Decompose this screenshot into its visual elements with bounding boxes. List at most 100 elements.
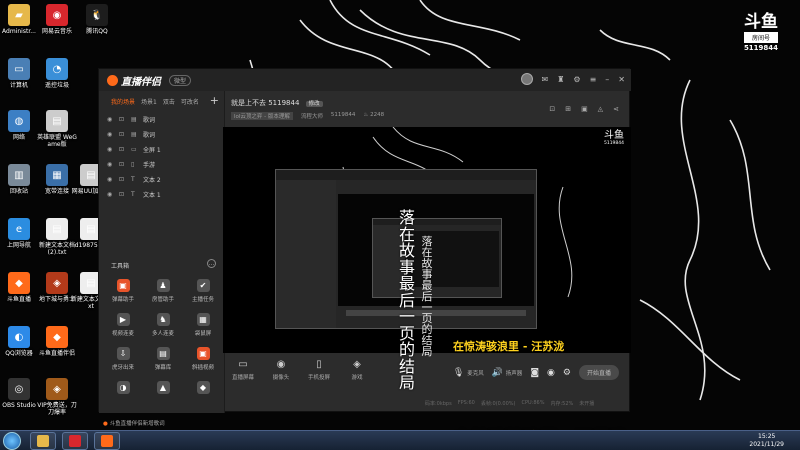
heat-value: 2248 <box>370 112 385 118</box>
toolbox-item[interactable]: ▣ 斜插视频 <box>183 347 223 375</box>
bottom-tip[interactable]: ● 斗鱼直播伴侣新增歌词 <box>103 419 165 427</box>
toolbox-item[interactable]: ▶ 视频连麦 <box>103 313 143 341</box>
eye-icon[interactable]: ◉ <box>107 131 116 138</box>
toolbox-item[interactable]: ▦ 袋鼠屏 <box>183 313 223 341</box>
toolbox-item[interactable]: ▣ 弹幕助手 <box>103 279 143 307</box>
toolbox-item[interactable]: ✔ 主播任务 <box>183 279 223 307</box>
desktop-icon[interactable]: ▭ 计算机 <box>0 58 40 89</box>
tool-icon: ▣ <box>116 279 130 292</box>
desktop-icon-label: 回收站 <box>9 188 28 195</box>
clock[interactable]: 15:25 2021/11/29 <box>749 433 784 449</box>
mic-control[interactable]: 🎙 麦克风 <box>453 368 484 378</box>
toolbar-button[interactable]: ◉ 摄像头 <box>263 359 299 381</box>
source-item[interactable]: ◉ ⊡ ▤ 歌词 <box>99 127 224 142</box>
source-item[interactable]: ◉ ⊡ T 文本 1 <box>99 187 224 202</box>
toolbox-item[interactable]: ♞ 多人连麦 <box>143 313 183 341</box>
desktop-icon[interactable]: ▤ 英雄联盟 WeGame版 <box>36 110 78 148</box>
desktop-icon-label: VIP免费送，刀刀爆率 <box>37 402 77 416</box>
desktop-app-icon: ◍ <box>8 110 30 132</box>
start-live-button[interactable]: 开始直播 <box>578 365 619 380</box>
eye-icon[interactable]: ◉ <box>107 146 116 153</box>
desktop-icon[interactable]: ◉ 网易云音乐 <box>36 4 78 35</box>
source-label: 歌词 <box>143 117 156 124</box>
eye-icon[interactable]: ◉ <box>107 116 116 123</box>
toolbox-item[interactable]: ♟ 房管助手 <box>143 279 183 307</box>
scene-tab[interactable]: 可改名 <box>181 97 199 106</box>
desktop-app-icon: ▭ <box>8 58 30 80</box>
taskbar-netease-music[interactable] <box>62 432 88 450</box>
toolbar-label: 游戏 <box>351 375 363 381</box>
scene-tab[interactable]: 双击 <box>163 97 175 106</box>
source-item[interactable]: ◉ ⊡ T 文本 2 <box>99 172 224 187</box>
minimize-icon[interactable]: – <box>605 75 609 84</box>
desktop-icon[interactable]: ◔ 遥控垃圾 <box>36 58 78 89</box>
lock-icon[interactable]: ⊡ <box>119 191 128 198</box>
toolbox-collapse-icon[interactable]: … <box>207 259 216 268</box>
speaker-label: 扬声器 <box>505 370 523 377</box>
toolbar-button[interactable]: ◈ 游戏 <box>339 359 375 381</box>
grid-icon[interactable]: ⊞ <box>565 105 571 113</box>
share-icon[interactable]: ⋖ <box>613 105 619 113</box>
edit-title-button[interactable]: 修改 <box>305 101 323 107</box>
bell-icon[interactable]: ◬ <box>598 105 603 113</box>
eye-icon[interactable]: ◉ <box>107 161 116 168</box>
toolbar-icon: ▯ <box>316 359 322 370</box>
shirt-icon[interactable]: ♜ <box>557 75 564 84</box>
lock-icon[interactable]: ⊡ <box>119 146 128 153</box>
taskbar-explorer[interactable] <box>30 432 56 450</box>
stream-stats: 码率:0kbps FPS:60 丢帧:0(0.00%) CPU:86% 内存:52% 未开… <box>425 400 594 407</box>
desktop-icon[interactable]: ◎ OBS Studio <box>0 378 40 409</box>
desktop-icon[interactable]: ◆ 斗鱼直播伴侣 <box>36 326 78 357</box>
menu-icon[interactable]: ≡ <box>590 75 597 84</box>
toolbox-item[interactable]: ▲ <box>143 381 183 409</box>
stat-item: 内存:52% <box>550 401 574 407</box>
lock-icon[interactable]: ⊡ <box>119 161 128 168</box>
toolbox-item[interactable]: ▤ 弹幕库 <box>143 347 183 375</box>
lock-icon[interactable]: ⊡ <box>119 116 128 123</box>
toolbox-item[interactable]: ⇩ 虎牙出来 <box>103 347 143 375</box>
avatar[interactable] <box>520 73 533 85</box>
settings-icon[interactable]: ⚙ <box>573 75 580 84</box>
source-item[interactable]: ◉ ⊡ ▤ 歌词 <box>99 112 224 127</box>
desktop-icon[interactable]: ▰ Administr... <box>0 4 40 35</box>
desktop-icon[interactable]: e 上网导航 <box>0 218 40 249</box>
desktop-icon[interactable]: ◆ 斗鱼直播 <box>0 272 40 303</box>
room-category[interactable]: lol云顶之弈 - 版本理解 <box>231 112 293 120</box>
message-icon[interactable]: ✉ <box>542 75 549 84</box>
gift-icon[interactable]: ▣ <box>581 105 588 113</box>
taskbar-douyu[interactable] <box>94 432 120 450</box>
record-icon[interactable]: ◙ <box>530 368 539 378</box>
toolbox-item[interactable]: ◑ <box>103 381 143 409</box>
gear-icon[interactable]: ⚙ <box>563 368 571 378</box>
desktop-icon-label: 计算机 <box>9 82 28 89</box>
eye-icon[interactable]: ◉ <box>547 368 555 378</box>
speaker-control[interactable]: 🔊 扬声器 <box>492 368 523 378</box>
app-version-badge[interactable]: 微型 <box>169 74 192 86</box>
toolbar-button[interactable]: ▯ 手机投屏 <box>301 359 337 381</box>
app-titlebar[interactable]: 直播伴侣 微型 ✉ ♜ ⚙ ≡ – ✕ <box>99 69 631 91</box>
desktop-icon[interactable]: ▥ 回收站 <box>0 164 40 195</box>
scene-tab[interactable]: 我的场景 <box>111 97 135 106</box>
add-scene-icon[interactable]: + <box>210 94 219 107</box>
eye-icon[interactable]: ◉ <box>107 176 116 183</box>
lock-icon[interactable]: ⊡ <box>549 105 555 113</box>
lyric-vertical-echo: 落在故事最后一页的结局 <box>421 235 433 358</box>
toolbox-item[interactable]: ◆ <box>183 381 223 409</box>
eye-icon[interactable]: ◉ <box>107 191 116 198</box>
desktop-icon[interactable]: ◐ QQ浏览器 <box>0 326 40 357</box>
toolbar-icon: ◈ <box>353 359 361 370</box>
source-item[interactable]: ◉ ⊡ ▭ 全屏 1 <box>99 142 224 157</box>
toolbar-button[interactable]: ▭ 直播屏幕 <box>225 359 261 381</box>
scene-tabs: 我的场景 场景1 双击 可改名 <box>99 91 224 106</box>
desktop-icon[interactable]: 🐧 腾讯QQ <box>76 4 118 35</box>
lock-icon[interactable]: ⊡ <box>119 131 128 138</box>
close-icon[interactable]: ✕ <box>618 75 625 84</box>
desktop-icon[interactable]: ◍ 网络 <box>0 110 40 141</box>
room-number: 5119844 <box>743 44 779 52</box>
source-item[interactable]: ◉ ⊡ ▯ 手游 <box>99 157 224 172</box>
start-button[interactable] <box>3 432 21 450</box>
desktop-icon[interactable]: ◈ VIP免费送，刀刀爆率 <box>36 378 78 416</box>
scene-tab[interactable]: 场景1 <box>141 97 157 106</box>
streaming-app-window: 直播伴侣 微型 ✉ ♜ ⚙ ≡ – ✕ 我的场景 场景1 双击 可改名 + ◉ ⊡ ▤ 歌词… <box>98 68 631 427</box>
lock-icon[interactable]: ⊡ <box>119 176 128 183</box>
